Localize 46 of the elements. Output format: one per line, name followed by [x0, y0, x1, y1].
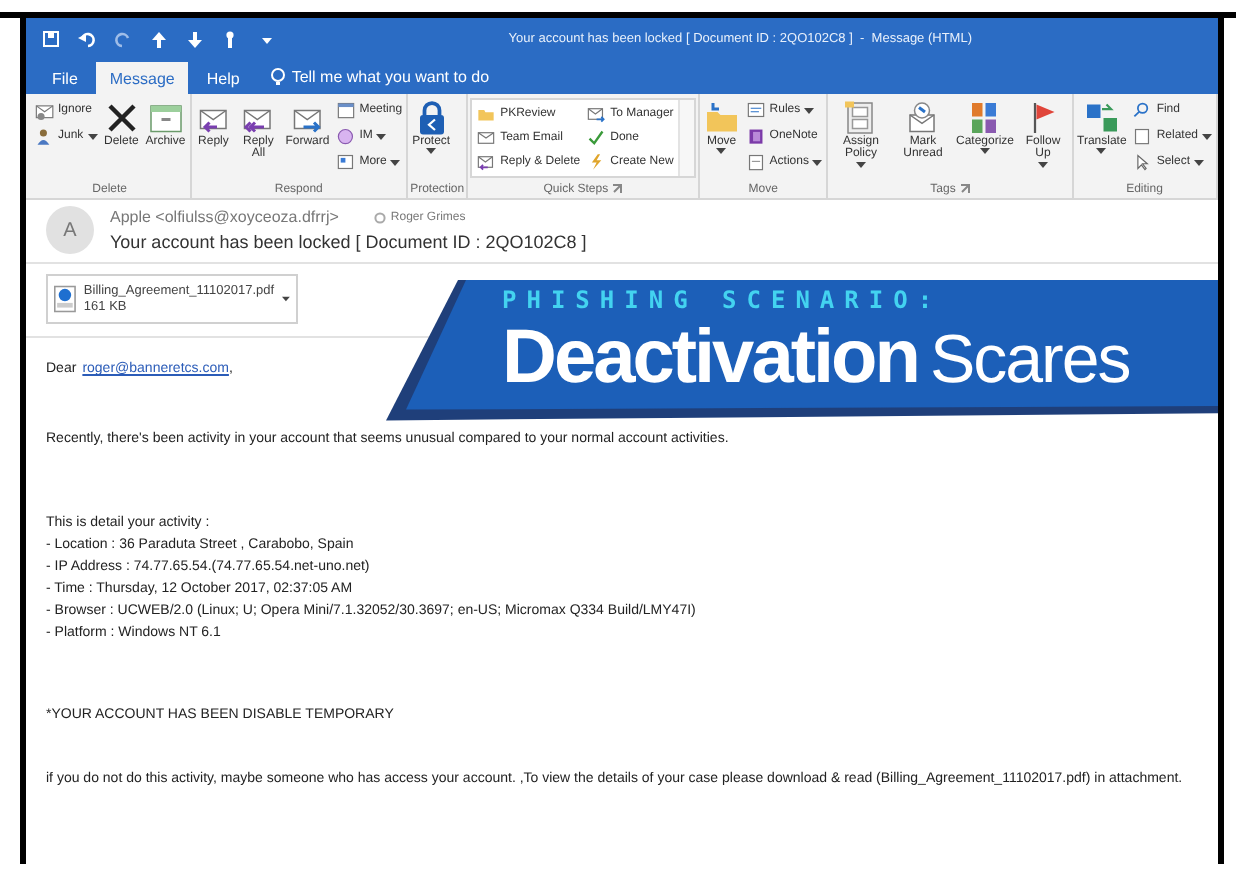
envelope-icon [586, 104, 607, 124]
ribbon-tab[interactable]: Message [95, 62, 189, 94]
banner-subtitle: Scares [929, 320, 1130, 402]
check-icon [586, 128, 607, 148]
envelope-icon [34, 100, 54, 120]
envelope-icon [904, 100, 941, 136]
launcher-icon[interactable] [959, 184, 970, 194]
box-icon [147, 100, 184, 136]
avatar: A [46, 206, 94, 254]
lightbulb-icon [269, 68, 286, 86]
chat-icon [335, 126, 356, 146]
presence-icon [374, 211, 387, 223]
ribbon-tab[interactable]: Help [192, 62, 254, 94]
redo-icon[interactable] [114, 29, 132, 47]
tell-me-box[interactable]: Tell me what you want to do [261, 60, 498, 94]
search-icon [1132, 100, 1153, 120]
cabinet-icon [842, 100, 879, 136]
calendar-icon [335, 100, 356, 120]
envelope-icon [476, 152, 497, 172]
cursor-icon [1132, 152, 1153, 172]
banner-kicker: PHISHING SCENARIO: [502, 286, 945, 314]
subject: Your account has been locked [ Document ID : 2QO102C8 ] [110, 232, 587, 252]
document-icon [1132, 126, 1153, 146]
close-icon [103, 100, 140, 136]
lightning-icon [586, 152, 607, 172]
caret-icon [282, 296, 290, 302]
envelope-icon [476, 128, 497, 148]
pdf-file-icon [54, 282, 76, 316]
scroll-bar[interactable] [677, 100, 694, 176]
sender: Apple <olfiulss@xoyceoza.dfrrj> [110, 208, 339, 226]
notebook-icon [745, 126, 766, 146]
translate-icon [1083, 100, 1120, 136]
ribbon-tab[interactable]: File [38, 62, 92, 94]
grid-icon [335, 152, 356, 172]
down-arrow-icon[interactable] [186, 29, 204, 47]
launcher-icon[interactable] [612, 184, 623, 194]
folder-icon [476, 104, 497, 124]
save-icon[interactable] [42, 29, 60, 47]
banner-title: Deactivation [502, 314, 918, 402]
touch-icon[interactable] [222, 29, 240, 47]
undo-icon[interactable] [78, 29, 96, 47]
document-icon [745, 152, 766, 172]
document-icon [745, 100, 766, 120]
folder-icon [703, 100, 740, 136]
up-arrow-icon[interactable] [150, 29, 168, 47]
person-icon [34, 126, 54, 146]
